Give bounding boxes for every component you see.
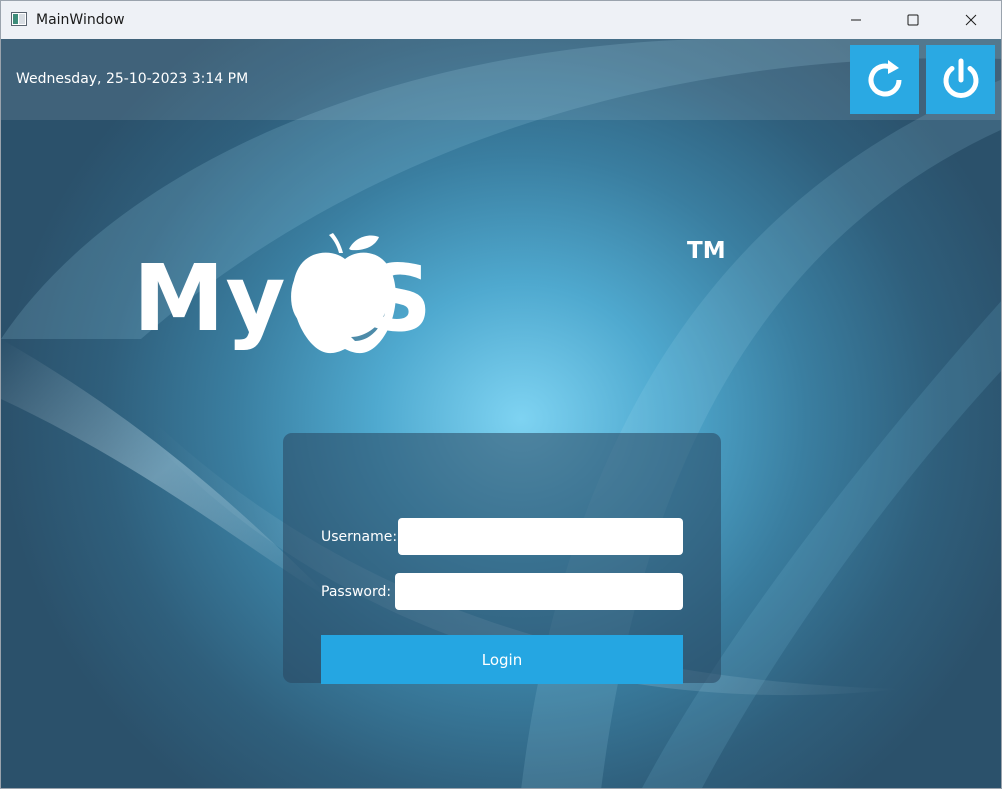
login-panel: Username: Password: Login: [283, 433, 721, 684]
app-window-icon: [11, 12, 27, 26]
minimize-button[interactable]: [827, 1, 885, 39]
username-label: Username:: [321, 529, 398, 545]
minimize-icon: [851, 19, 861, 21]
maximize-icon: [907, 14, 919, 26]
close-button[interactable]: [942, 1, 1000, 39]
logo-text: MyOS: [133, 245, 433, 352]
close-icon: [965, 14, 977, 26]
trademark-symbol: TM: [687, 238, 726, 264]
password-label: Password:: [321, 584, 392, 600]
title-bar[interactable]: MainWindow: [1, 1, 1001, 39]
window-title: MainWindow: [36, 12, 125, 28]
restart-button[interactable]: [850, 45, 919, 114]
power-button[interactable]: [926, 45, 995, 114]
power-icon: [943, 58, 978, 98]
password-input[interactable]: [395, 573, 683, 610]
main-window: MainWindow Wednesday, 25-10-2023 3:14 PM…: [0, 0, 1002, 789]
restart-icon: [868, 59, 901, 97]
datetime-label: Wednesday, 25-10-2023 3:14 PM: [16, 71, 249, 87]
maximize-button[interactable]: [884, 1, 942, 39]
login-button[interactable]: Login: [321, 635, 683, 684]
desktop-area: Wednesday, 25-10-2023 3:14 PM MyOS TM Us…: [1, 39, 1001, 788]
username-input[interactable]: [398, 518, 683, 555]
